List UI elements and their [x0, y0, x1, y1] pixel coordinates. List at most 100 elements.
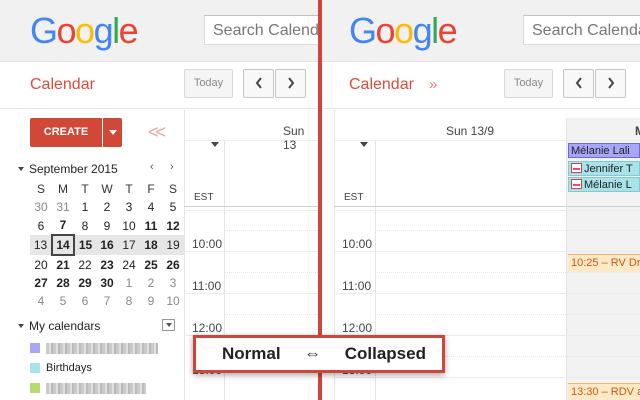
- mini-calendar-grid: S M T W T F S 30 31 1 2 3 4 5 6 7 8 9 10…: [30, 180, 185, 310]
- my-calendars-header[interactable]: My calendars: [18, 319, 100, 333]
- mini-day[interactable]: 26: [162, 255, 184, 274]
- mini-day[interactable]: 1: [74, 198, 96, 216]
- mini-day[interactable]: 22: [74, 255, 96, 274]
- mini-day[interactable]: 15: [74, 235, 96, 255]
- time-label: 11:00: [342, 279, 372, 293]
- mini-day[interactable]: 8: [118, 292, 140, 310]
- mini-day[interactable]: 12: [162, 216, 184, 235]
- search-input[interactable]: Search Calendar: [204, 15, 320, 45]
- mini-day[interactable]: 7: [96, 292, 118, 310]
- day-column-header[interactable]: Sun 13: [283, 124, 320, 152]
- mini-day[interactable]: 16: [96, 235, 118, 255]
- mini-day[interactable]: 21: [52, 255, 74, 274]
- logo-letter: g: [412, 10, 433, 51]
- mini-day[interactable]: 27: [30, 274, 52, 292]
- mini-day-today[interactable]: 14: [51, 234, 75, 256]
- google-logo[interactable]: Google: [349, 10, 458, 51]
- mini-day[interactable]: 30: [30, 198, 52, 216]
- dow-label: M: [58, 182, 68, 196]
- mini-day[interactable]: 6: [74, 292, 96, 310]
- mini-day[interactable]: 24: [118, 255, 140, 274]
- mini-day[interactable]: 30: [96, 274, 118, 292]
- mini-day[interactable]: 17: [118, 235, 140, 255]
- cake-icon: [571, 163, 582, 173]
- mini-calendar-header[interactable]: September 2015: [18, 162, 118, 176]
- mini-day[interactable]: 8: [74, 216, 96, 235]
- next-button[interactable]: [275, 69, 306, 98]
- calendar-list-item[interactable]: [30, 382, 170, 396]
- mini-calendar-week: 6 7 8 9 10 11 12: [30, 216, 184, 235]
- mini-day[interactable]: 25: [140, 255, 162, 274]
- mini-day[interactable]: 13: [30, 235, 52, 255]
- grid-line: [334, 377, 640, 378]
- mini-day[interactable]: 1: [118, 274, 140, 292]
- today-button[interactable]: Today: [504, 69, 553, 98]
- calendar-list-item[interactable]: [30, 342, 170, 356]
- mini-day[interactable]: 31: [52, 198, 74, 216]
- grid-line: [224, 314, 320, 315]
- mini-day[interactable]: 20: [30, 255, 52, 274]
- prev-button[interactable]: [243, 69, 274, 98]
- mini-day[interactable]: 5: [162, 198, 184, 216]
- my-calendars-menu-icon[interactable]: [162, 319, 175, 331]
- calendar-color-swatch: [30, 363, 40, 373]
- today-button[interactable]: Today: [184, 69, 233, 98]
- mini-day[interactable]: 9: [96, 216, 118, 235]
- google-logo[interactable]: Google: [30, 11, 139, 51]
- collapse-sidebar-icon[interactable]: <<: [148, 122, 166, 143]
- cake-icon: [571, 179, 582, 189]
- mini-day[interactable]: 10: [118, 216, 140, 235]
- logo-letter: G: [349, 10, 377, 51]
- mini-day[interactable]: 9: [140, 292, 162, 310]
- caret-down-icon: [18, 167, 24, 171]
- mini-day[interactable]: 6: [30, 216, 52, 235]
- day-column-header[interactable]: M: [635, 124, 640, 138]
- caret-down-icon[interactable]: [360, 142, 368, 147]
- all-day-event[interactable]: Jennifer T: [568, 161, 640, 176]
- mini-day[interactable]: 5: [52, 292, 74, 310]
- expand-sidebar-icon[interactable]: »: [429, 76, 437, 93]
- timezone-label: EST: [344, 192, 364, 203]
- mini-day[interactable]: 11: [140, 216, 162, 235]
- mini-day[interactable]: 10: [162, 292, 184, 310]
- mini-day[interactable]: 7: [52, 216, 74, 235]
- dow-label: T: [81, 182, 89, 196]
- grid-line: [334, 206, 640, 207]
- all-day-event[interactable]: Mélanie L: [568, 177, 640, 192]
- collapsed-label: Collapsed: [344, 344, 426, 363]
- create-dropdown-button[interactable]: [103, 118, 122, 147]
- search-input[interactable]: Search Calendar: [523, 15, 640, 45]
- calendar-list-item[interactable]: Birthdays: [30, 362, 170, 376]
- mini-day[interactable]: 3: [162, 274, 184, 292]
- calendar-title[interactable]: Calendar: [30, 76, 95, 94]
- create-button[interactable]: CREATE: [30, 118, 102, 147]
- mini-day[interactable]: 28: [52, 274, 74, 292]
- logo-letter: o: [394, 10, 414, 51]
- timed-event[interactable]: 10:25 – RV Dr: [568, 254, 640, 272]
- mini-next-icon[interactable]: ›: [170, 161, 174, 173]
- time-label: 11:00: [192, 279, 222, 293]
- mini-day[interactable]: 2: [140, 274, 162, 292]
- mini-day[interactable]: 4: [140, 198, 162, 216]
- dow-label: T: [125, 182, 133, 196]
- timed-event[interactable]: 13:30 – RDV a: [568, 383, 640, 400]
- mini-day[interactable]: 19: [162, 235, 184, 255]
- mini-day[interactable]: 23: [96, 255, 118, 274]
- comparison-screenshot: Google Search Calendar Calendar Today CR…: [0, 0, 640, 400]
- mini-calendar-week: 27 28 29 30 1 2 3: [30, 274, 184, 292]
- grid-line: [375, 314, 640, 315]
- mini-day[interactable]: 3: [118, 198, 140, 216]
- mini-day[interactable]: 2: [96, 198, 118, 216]
- mini-prev-icon[interactable]: ‹: [150, 161, 154, 173]
- chevron-right-icon: [607, 77, 614, 89]
- redacted-calendar-name: [46, 383, 146, 394]
- all-day-event[interactable]: Mélanie Lali: [568, 143, 640, 158]
- day-column-header[interactable]: Sun 13/9: [446, 124, 494, 138]
- mini-day[interactable]: 18: [140, 235, 162, 255]
- calendar-title[interactable]: Calendar: [349, 76, 414, 94]
- mini-day[interactable]: 29: [74, 274, 96, 292]
- prev-button[interactable]: [563, 69, 594, 98]
- next-button[interactable]: [595, 69, 626, 98]
- caret-down-icon[interactable]: [211, 142, 219, 147]
- mini-day[interactable]: 4: [30, 292, 52, 310]
